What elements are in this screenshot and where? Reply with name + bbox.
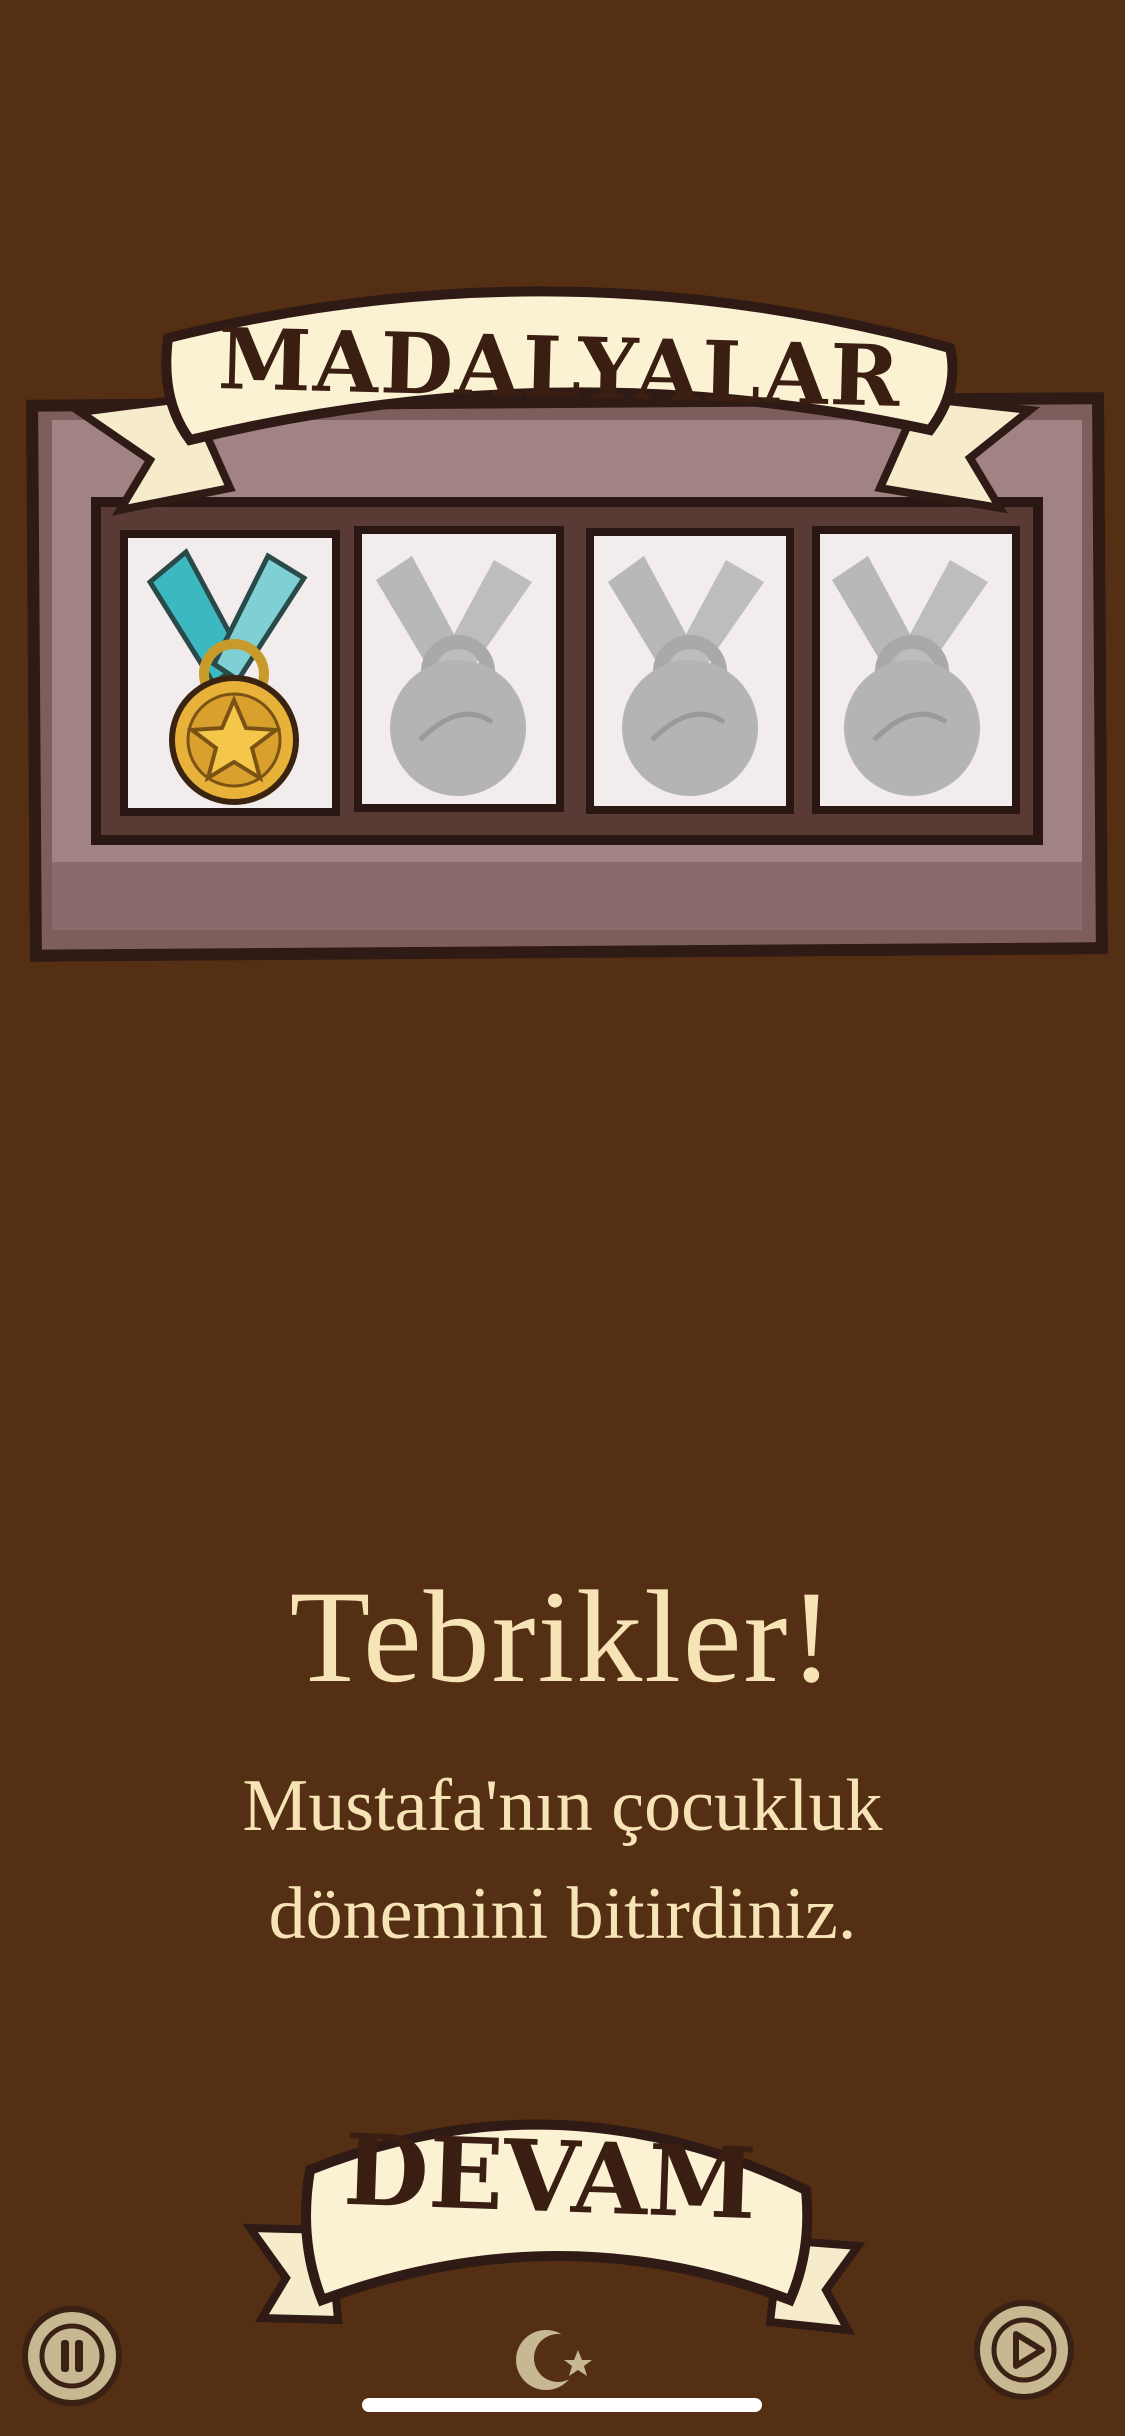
- pause-icon: [39, 2323, 105, 2389]
- continue-button-label: DEVAM: [341, 2112, 759, 2243]
- play-button[interactable]: [974, 2300, 1074, 2400]
- pause-button[interactable]: [22, 2306, 122, 2406]
- play-icon: [991, 2317, 1057, 2383]
- crescent-star-icon: [516, 2330, 592, 2390]
- home-indicator: [362, 2398, 762, 2412]
- medals-title: MADALYALAR: [216, 309, 904, 426]
- congrats-title: Tebrikler!: [289, 1563, 836, 1710]
- congrats-line-1: Mustafa'nın çocukluk: [242, 1765, 883, 1847]
- congrats-line-2: dönemini bitirdiniz.: [268, 1873, 857, 1955]
- congrats-message: Mustafa'nın çocukluk dönemini bitirdiniz…: [0, 1752, 1125, 1968]
